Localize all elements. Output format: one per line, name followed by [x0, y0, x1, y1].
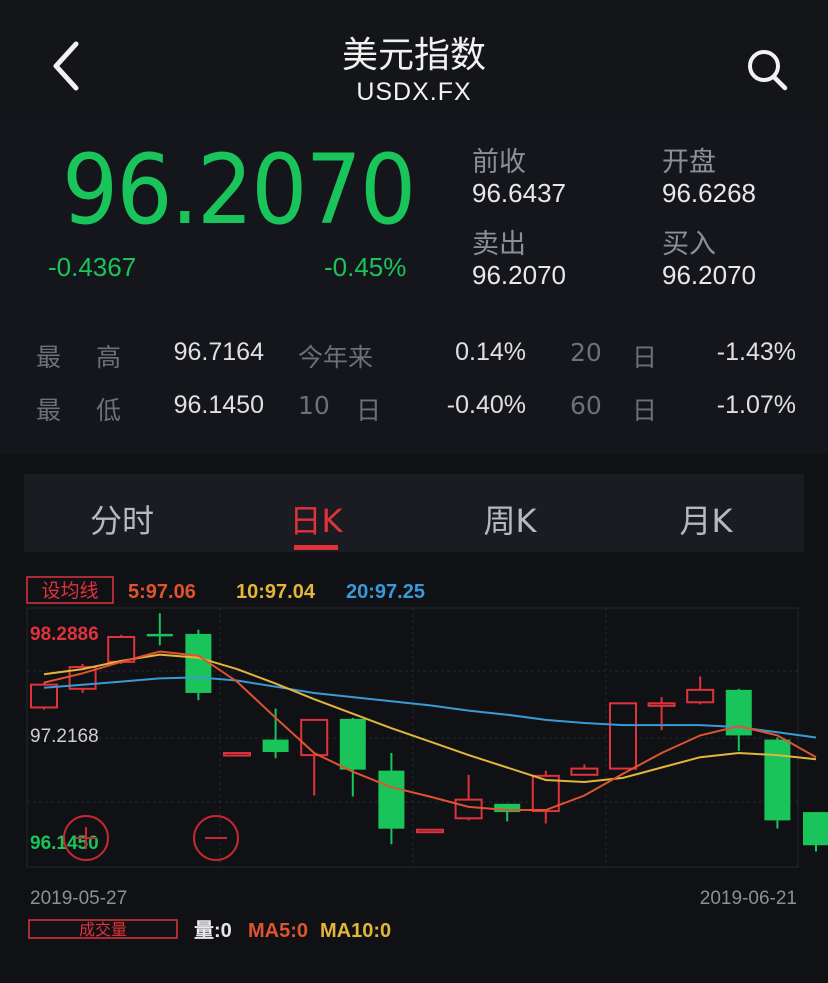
candle-body	[339, 718, 366, 770]
last-price: 96.2070	[62, 134, 416, 246]
candle-body	[107, 636, 136, 663]
candle-body	[454, 798, 483, 820]
nav-header: 美元指数 USDX.FX	[0, 0, 828, 118]
ma5-legend: 5:97.06	[128, 581, 196, 603]
candle-body	[146, 633, 173, 637]
tab-monthly-k[interactable]: 月K	[646, 496, 766, 542]
candle-body	[262, 739, 289, 753]
date-end-label: 2019-06-21	[700, 888, 797, 909]
candle-body	[803, 812, 828, 846]
open-value: 96.6268	[662, 178, 756, 208]
high-value: 96.7164	[173, 338, 264, 366]
search-button[interactable]	[740, 44, 796, 96]
d20-label-1: 20	[570, 338, 602, 367]
ma20-legend: 20:97.25	[346, 581, 425, 603]
page-title: 美元指数	[341, 35, 486, 76]
d60-value: -1.07%	[716, 391, 796, 419]
prev-close-label: 前收	[472, 147, 526, 178]
buy-value: 96.2070	[662, 260, 756, 290]
price-change: -0.4367	[48, 252, 137, 282]
symbol-label: USDX.FX	[356, 78, 472, 106]
d60-label-1: 60	[570, 391, 602, 420]
low-label-2: 低	[96, 396, 122, 425]
chart-period-tabs: 分时 日K 周K 月K	[24, 474, 804, 552]
zoom-out-button[interactable]	[193, 815, 239, 861]
low-value: 96.1450	[173, 391, 264, 419]
volume-ma5: MA5:0	[248, 920, 308, 942]
candle-body	[185, 633, 212, 693]
tab-intraday[interactable]: 分时	[62, 496, 182, 542]
tab-daily-k[interactable]: 日K	[256, 496, 376, 542]
high-label-2: 高	[96, 343, 122, 372]
y-label-mid: 97.2168	[30, 726, 99, 747]
tab-weekly-k[interactable]: 周K	[450, 496, 570, 542]
date-start-label: 2019-05-27	[30, 888, 127, 909]
set-ma-label: 设均线	[41, 580, 98, 602]
ma-lines-group	[43, 650, 817, 811]
d20-label-2: 日	[632, 343, 658, 372]
ma5-line	[43, 650, 817, 811]
candle-body	[764, 739, 791, 821]
open-label: 开盘	[662, 147, 716, 178]
candle-body	[30, 683, 58, 709]
candle-body	[609, 702, 637, 770]
low-label-1: 最	[36, 396, 62, 425]
ma10-line	[43, 653, 817, 784]
d10-label-2: 日	[356, 396, 382, 425]
sell-label: 卖出	[472, 229, 526, 260]
volume-indicator-label: 成交量	[79, 921, 127, 939]
sell-value: 96.2070	[472, 260, 566, 290]
y-label-high: 98.2886	[30, 624, 99, 645]
search-icon	[748, 50, 788, 91]
candles-group	[30, 613, 828, 852]
candle-body	[686, 688, 715, 704]
ma10-legend: 10:97.04	[236, 581, 316, 603]
kline-chart-area: 设均线 5:97.06 10:97.04 20:97.25 98.2886 97…	[0, 570, 828, 978]
chart-grid	[26, 607, 799, 868]
buy-label: 买入	[662, 229, 716, 260]
price-change-pct: -0.45%	[324, 252, 407, 282]
volume-value: 量:0	[194, 919, 232, 942]
ytd-label: 今年来	[298, 343, 374, 372]
candle-body	[300, 718, 329, 757]
ytd-value: 0.14%	[455, 338, 526, 366]
d20-value: -1.43%	[716, 338, 796, 366]
prev-close-value: 96.6437	[472, 178, 566, 208]
candle-body	[647, 702, 676, 707]
candle-body	[416, 828, 444, 834]
d10-label-1: 10	[298, 391, 330, 420]
high-label-1: 最	[36, 343, 62, 372]
d10-value: -0.40%	[446, 391, 526, 419]
d60-label-2: 日	[632, 396, 658, 425]
candle-body	[378, 770, 405, 829]
candle-body	[223, 752, 251, 757]
candle-body	[570, 767, 599, 776]
active-tab-indicator	[294, 545, 338, 550]
kline-chart[interactable]: 设均线 5:97.06 10:97.04 20:97.25 98.2886 97…	[0, 570, 828, 978]
volume-ma10: MA10:0	[320, 920, 391, 942]
